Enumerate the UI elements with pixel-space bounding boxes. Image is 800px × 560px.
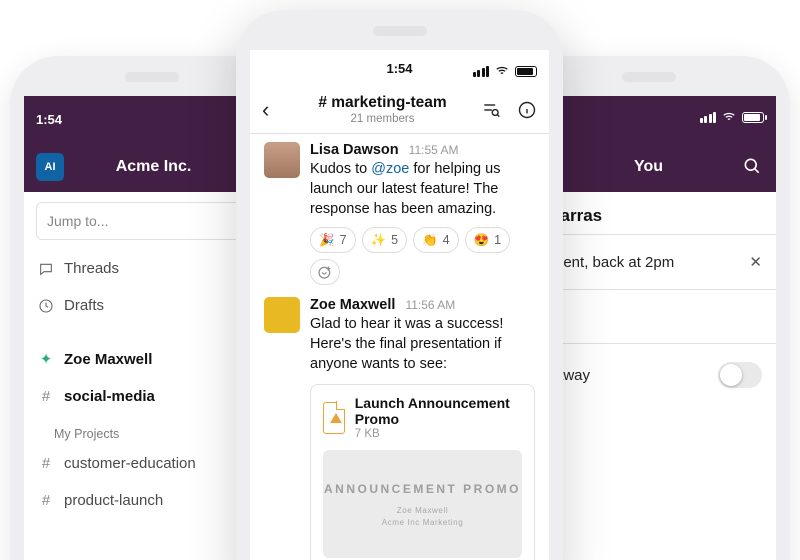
channel-social-media-label: social-media [64, 388, 155, 405]
channel-header: ‹ # marketing-team 21 members [250, 86, 549, 134]
avatar[interactable] [264, 142, 300, 178]
message-time: 11:56 AM [405, 298, 455, 312]
message[interactable]: Zoe Maxwell 11:56 AM Glad to hear it was… [264, 297, 535, 560]
message-author: Lisa Dawson [310, 142, 399, 158]
you-title: You [634, 158, 663, 176]
message-list[interactable]: Lisa Dawson 11:55 AM Kudos to @zoe for h… [250, 134, 549, 560]
hash-icon: # [38, 455, 54, 472]
channel-product-launch-label: product-launch [64, 492, 163, 509]
hash-icon: # [38, 388, 54, 405]
preview-title: ANNOUNCEMENT PROMO [324, 482, 521, 496]
status-time: 1:54 [36, 112, 62, 127]
reactions: 🎉7 ✨5 👏4 😍1 [310, 227, 535, 285]
battery-icon [742, 112, 764, 123]
file-attachment[interactable]: Launch Announcement Promo 7 KB ANNOUNCEM… [310, 384, 535, 560]
wifi-icon [722, 110, 736, 124]
wifi-icon [495, 64, 509, 78]
message[interactable]: Lisa Dawson 11:55 AM Kudos to @zoe for h… [264, 142, 535, 285]
info-icon[interactable] [517, 100, 537, 120]
status-time: 1:54 [386, 61, 412, 76]
center-phone-frame: 1:54 ‹ # marketing-team 21 members [236, 10, 563, 560]
avatar[interactable] [264, 297, 300, 333]
reaction-chip[interactable]: 👏4 [413, 227, 459, 253]
file-icon [323, 402, 345, 434]
status-icons [700, 110, 765, 124]
back-button[interactable]: ‹ [262, 97, 284, 123]
channel-name: # marketing-team [292, 94, 473, 112]
add-reaction-icon [317, 264, 333, 280]
filter-search-icon[interactable] [481, 100, 501, 120]
channel-members: 21 members [292, 113, 473, 125]
file-preview[interactable]: ANNOUNCEMENT PROMO Zoe Maxwell Acme Inc … [323, 450, 522, 558]
message-time: 11:55 AM [409, 143, 459, 157]
signal-icon [700, 112, 717, 123]
reaction-chip[interactable]: 😍1 [465, 227, 511, 253]
close-icon[interactable]: ✕ [749, 253, 762, 271]
message-author: Zoe Maxwell [310, 297, 395, 313]
presence-icon: ✦ [38, 350, 54, 368]
file-title: Launch Announcement Promo [355, 395, 522, 427]
message-body: Kudos to @zoe for helping us launch our … [310, 159, 535, 219]
away-toggle[interactable] [718, 362, 762, 388]
drafts-icon [38, 298, 54, 314]
earpiece [373, 26, 427, 36]
jump-to-input[interactable]: Jump to... [36, 202, 267, 240]
add-reaction-button[interactable] [310, 259, 340, 285]
signal-icon [473, 66, 490, 77]
hash-icon: # [38, 492, 54, 509]
status-icons [473, 64, 538, 78]
threads-icon [38, 261, 54, 277]
preview-sub2: Acme Inc Marketing [382, 518, 464, 527]
nav-drafts-label: Drafts [64, 297, 104, 314]
earpiece [622, 72, 676, 82]
channel-customer-education-label: customer-education [64, 455, 196, 472]
nav-threads-label: Threads [64, 260, 119, 277]
file-size: 7 KB [355, 428, 522, 440]
dm-zoe-label: Zoe Maxwell [64, 351, 152, 368]
status-bar: 1:54 [250, 50, 549, 86]
reaction-chip[interactable]: 🎉7 [310, 227, 356, 253]
search-icon[interactable] [742, 156, 762, 176]
mention[interactable]: @zoe [371, 161, 409, 177]
preview-sub1: Zoe Maxwell [397, 506, 449, 515]
message-body: Glad to hear it was a success! Here's th… [310, 314, 535, 374]
channel-title-block[interactable]: # marketing-team 21 members [292, 94, 473, 125]
earpiece [125, 72, 179, 82]
battery-icon [515, 66, 537, 77]
center-phone-screen: 1:54 ‹ # marketing-team 21 members [250, 50, 549, 560]
workspace-icon: AI [36, 153, 64, 181]
reaction-chip[interactable]: ✨5 [362, 227, 408, 253]
